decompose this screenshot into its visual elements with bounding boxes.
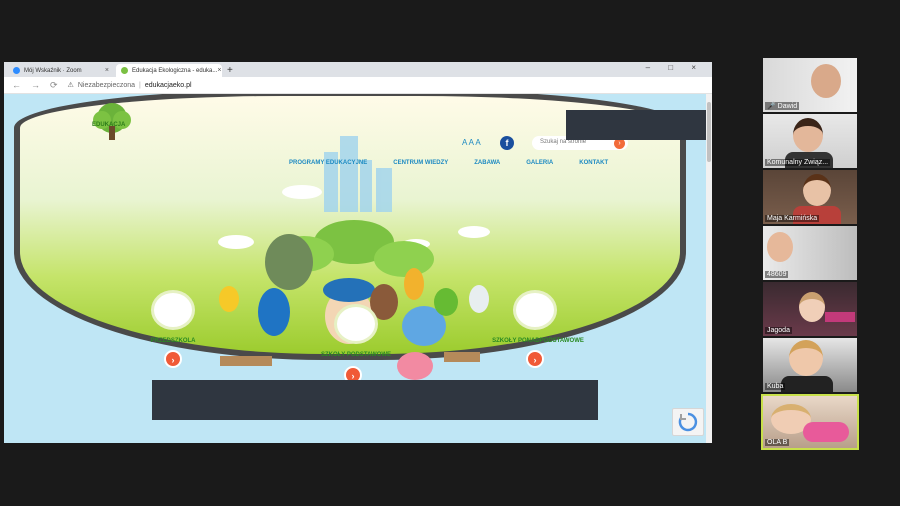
menu-item-contact[interactable]: KONTAKT: [579, 160, 608, 166]
page-scrollbar[interactable]: [706, 94, 712, 443]
url-domain: edukacjaeko.pl: [144, 81, 192, 89]
tab-zoom[interactable]: Mój Wskaźnik · Zoom ×: [8, 64, 114, 77]
secondary-school-arrow-button[interactable]: ›: [526, 350, 544, 368]
category-label-primary[interactable]: SZKOŁY PODSTAWOWE: [304, 352, 408, 358]
recaptcha-icon: [678, 412, 698, 432]
participant-name: Komunalny Związ...: [765, 159, 831, 166]
close-icon[interactable]: ×: [105, 67, 109, 74]
participant-tile[interactable]: 48609: [763, 226, 857, 280]
participant-name: OLA B: [765, 439, 790, 446]
warning-icon[interactable]: ⚠: [68, 81, 74, 89]
forward-icon[interactable]: →: [31, 80, 40, 90]
participant-tile[interactable]: Jagoda: [763, 282, 857, 336]
window-controls[interactable]: – □ ×: [646, 63, 704, 72]
redaction-block: [152, 380, 598, 420]
participant-tile[interactable]: Komunalny Związ...: [763, 114, 857, 168]
preschool-avatar-icon[interactable]: [151, 290, 195, 330]
category-label-preschool[interactable]: PRZEDSZKOLA: [128, 338, 218, 344]
new-tab-button[interactable]: +: [227, 64, 233, 77]
zoom-meeting-window: Mój Wskaźnik · Zoom × Edukacja Ekologicz…: [0, 0, 900, 506]
main-menu: PROGRAMY EDUKACYJNE CENTRUM WIEDZY ZABAW…: [289, 160, 608, 166]
menu-item-gallery[interactable]: GALERIA: [526, 160, 553, 166]
close-icon[interactable]: ×: [217, 67, 221, 74]
logo-text: EDUKACJA: [92, 122, 126, 128]
menu-item-fun[interactable]: ZABAWA: [474, 160, 500, 166]
font-size-control[interactable]: A A A: [462, 138, 481, 147]
category-label-secondary[interactable]: SZKOŁY PONADPODSTAWOWE: [478, 338, 598, 344]
scrollbar-thumb[interactable]: [707, 102, 711, 162]
participant-name: Maja Karmińska: [765, 215, 820, 222]
back-icon[interactable]: ←: [12, 80, 21, 90]
participant-tile[interactable]: Maja Karmińska: [763, 170, 857, 224]
participant-name: 48609: [765, 271, 789, 278]
facebook-icon[interactable]: f: [500, 136, 514, 150]
person-face: [767, 232, 793, 262]
menu-item-knowledge[interactable]: CENTRUM WIEDZY: [393, 160, 448, 166]
person-body: [781, 376, 833, 392]
person-face: [803, 174, 831, 206]
participant-name: Jagoda: [765, 327, 792, 334]
reload-icon[interactable]: ⟳: [50, 80, 58, 91]
person-face: [793, 118, 823, 152]
participant-name: Kuba: [765, 383, 786, 390]
zoom-icon: [13, 67, 20, 74]
participant-name: 🎤 Dawid: [765, 102, 800, 110]
menu-item-programs[interactable]: PROGRAMY EDUKACYJNE: [289, 160, 367, 166]
muted-mic-icon: 🎤: [767, 103, 776, 110]
tab-edukacja[interactable]: Edukacja Ekologiczna - eduka... ×: [116, 64, 222, 77]
participant-tile[interactable]: Kuba: [763, 338, 857, 392]
secondary-school-avatar-icon[interactable]: [513, 290, 557, 330]
redaction-block: [566, 110, 706, 140]
person-face: [799, 292, 825, 322]
person-face: [811, 64, 841, 98]
security-label: Niezabezpieczona: [77, 81, 136, 89]
participant-tile-active-speaker[interactable]: OLA B: [761, 394, 859, 450]
tab-label: Mój Wskaźnik · Zoom: [24, 67, 82, 74]
address-bar[interactable]: ← → ⟳ ⚠ Niezabezpieczona | edukacjaeko.p…: [4, 77, 712, 94]
tab-bar: Mój Wskaźnik · Zoom × Edukacja Ekologicz…: [4, 62, 712, 77]
primary-school-avatar-icon[interactable]: [334, 304, 378, 344]
participant-tile[interactable]: 🎤 Dawid: [763, 58, 857, 112]
recaptcha-badge[interactable]: [672, 408, 704, 436]
person-body: [803, 422, 849, 442]
website-viewport: EDUKACJA A A A f Szukaj na stronie › PRO…: [4, 94, 712, 443]
shared-browser-window: Mój Wskaźnik · Zoom × Edukacja Ekologicz…: [4, 62, 712, 443]
tab-label: Edukacja Ekologiczna - eduka...: [132, 67, 218, 74]
background-object: [825, 312, 855, 322]
person-face: [789, 340, 823, 376]
preschool-arrow-button[interactable]: ›: [164, 350, 182, 368]
site-icon: [121, 67, 128, 74]
